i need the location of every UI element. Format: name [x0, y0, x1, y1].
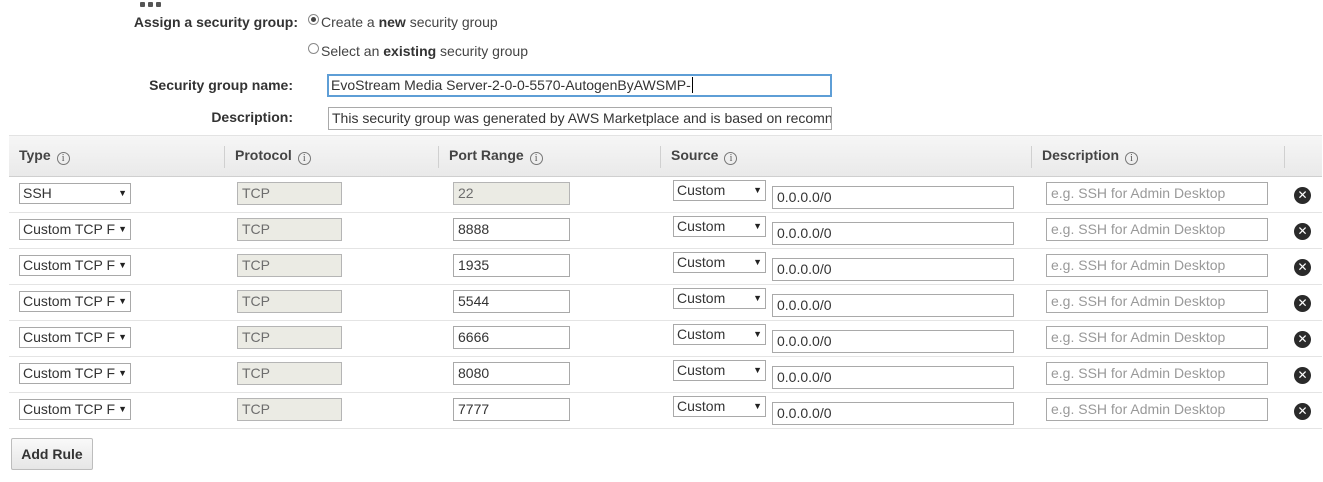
- type-select[interactable]: Custom TCP F ▼: [19, 290, 131, 312]
- source-cidr-input[interactable]: 0.0.0.0/0: [772, 401, 1014, 425]
- inbound-rules-table: Type i Protocol i Port Range i Source i Desc…: [9, 135, 1322, 429]
- protocol-field: TCP: [237, 253, 342, 277]
- port-range-input[interactable]: 5544: [453, 289, 570, 313]
- chevron-down-icon: ▼: [118, 403, 127, 414]
- port-range-input: 22: [453, 181, 570, 205]
- rule-description-input[interactable]: e.g. SSH for Admin Desktop: [1046, 397, 1268, 421]
- source-select[interactable]: Custom ▼: [673, 360, 766, 382]
- protocol-column-header: Protocol i: [225, 135, 439, 177]
- chevron-down-icon: ▼: [753, 401, 762, 412]
- info-icon[interactable]: i: [529, 152, 543, 165]
- rule-description-input[interactable]: e.g. SSH for Admin Desktop: [1046, 289, 1268, 313]
- source-column-header: Source i: [661, 135, 1032, 177]
- remove-rule-icon[interactable]: ✕: [1294, 258, 1311, 276]
- description-input[interactable]: This security group was generated by AWS…: [328, 107, 832, 130]
- port-range-input[interactable]: 7777: [453, 397, 570, 421]
- protocol-field: TCP: [237, 325, 342, 349]
- protocol-field: TCP: [237, 361, 342, 385]
- remove-rule-icon[interactable]: ✕: [1294, 186, 1311, 204]
- remove-rule-icon[interactable]: ✕: [1294, 402, 1311, 420]
- table-header-row: Type i Protocol i Port Range i Source i Desc…: [9, 135, 1322, 177]
- security-group-name-label: Security group name:: [149, 77, 293, 93]
- table-row: SSH ▼ TCP 22 Custom ▼ 0.0.0.0/0 e.g. SSH fo…: [9, 177, 1322, 213]
- protocol-field: TCP: [237, 181, 342, 205]
- chevron-down-icon: ▼: [118, 259, 127, 270]
- chevron-down-icon: ▼: [753, 329, 762, 340]
- info-icon[interactable]: i: [1125, 152, 1139, 165]
- protocol-field: TCP: [237, 217, 342, 241]
- remove-rule-icon[interactable]: ✕: [1294, 330, 1311, 348]
- chevron-down-icon: ▼: [118, 187, 127, 198]
- table-row: Custom TCP F ▼ TCP 8080 Custom ▼ 0.0.0.0/0 …: [9, 357, 1322, 393]
- chevron-down-icon: ▼: [753, 185, 762, 196]
- source-cidr-input[interactable]: 0.0.0.0/0: [772, 329, 1014, 353]
- source-select[interactable]: Custom ▼: [673, 288, 766, 310]
- radio-existing-label: Select an existing security group: [321, 43, 528, 59]
- port-range-input[interactable]: 8080: [453, 361, 570, 385]
- protocol-field: TCP: [237, 289, 342, 313]
- radio-unchecked-icon[interactable]: [308, 42, 319, 54]
- type-select[interactable]: Custom TCP F ▼: [19, 362, 131, 384]
- rule-description-input[interactable]: e.g. SSH for Admin Desktop: [1046, 217, 1268, 241]
- radio-create-new-group[interactable]: Create a new security group: [308, 13, 498, 30]
- remove-rule-icon[interactable]: ✕: [1294, 222, 1311, 240]
- table-row: Custom TCP F ▼ TCP 6666 Custom ▼ 0.0.0.0/0 …: [9, 321, 1322, 357]
- security-group-name-input[interactable]: EvoStream Media Server-2-0-0-5570-Autoge…: [327, 74, 832, 97]
- table-row: Custom TCP F ▼ TCP 1935 Custom ▼ 0.0.0.0/0 …: [9, 249, 1322, 285]
- protocol-field: TCP: [237, 397, 342, 421]
- table-row: Custom TCP F ▼ TCP 8888 Custom ▼ 0.0.0.0/0 …: [9, 213, 1322, 249]
- description-label: Description:: [211, 109, 293, 125]
- source-select[interactable]: Custom ▼: [673, 324, 766, 346]
- type-column-header: Type i: [9, 135, 225, 177]
- rule-description-input[interactable]: e.g. SSH for Admin Desktop: [1046, 181, 1268, 205]
- type-select[interactable]: Custom TCP F ▼: [19, 218, 131, 240]
- actions-column-header: [1285, 135, 1322, 177]
- chevron-down-icon: ▼: [118, 367, 127, 378]
- rule-description-input[interactable]: e.g. SSH for Admin Desktop: [1046, 253, 1268, 277]
- source-cidr-input[interactable]: 0.0.0.0/0: [772, 185, 1014, 209]
- radio-checked-icon[interactable]: [308, 13, 319, 25]
- radio-select-existing-group[interactable]: Select an existing security group: [308, 42, 528, 59]
- source-cidr-input[interactable]: 0.0.0.0/0: [772, 221, 1014, 245]
- type-select[interactable]: Custom TCP F ▼: [19, 326, 131, 348]
- source-select[interactable]: Custom ▼: [673, 252, 766, 274]
- chevron-down-icon: ▼: [753, 257, 762, 268]
- rule-description-input[interactable]: e.g. SSH for Admin Desktop: [1046, 361, 1268, 385]
- chevron-down-icon: ▼: [118, 223, 127, 234]
- chevron-down-icon: ▼: [118, 295, 127, 306]
- source-cidr-input[interactable]: 0.0.0.0/0: [772, 365, 1014, 389]
- remove-rule-icon[interactable]: ✕: [1294, 366, 1311, 384]
- type-select[interactable]: Custom TCP F ▼: [19, 398, 131, 420]
- rule-description-input[interactable]: e.g. SSH for Admin Desktop: [1046, 325, 1268, 349]
- info-icon[interactable]: i: [297, 152, 311, 165]
- add-rule-button[interactable]: Add Rule: [11, 438, 93, 470]
- type-select[interactable]: SSH ▼: [19, 182, 131, 204]
- chevron-down-icon: ▼: [753, 293, 762, 304]
- source-cidr-input[interactable]: 0.0.0.0/0: [772, 257, 1014, 281]
- port-range-input[interactable]: 1935: [453, 253, 570, 277]
- port-range-input[interactable]: 8888: [453, 217, 570, 241]
- source-select[interactable]: Custom ▼: [673, 180, 766, 202]
- table-row: Custom TCP F ▼ TCP 7777 Custom ▼ 0.0.0.0/0 …: [9, 393, 1322, 429]
- assign-security-group-label: Assign a security group:: [133, 14, 298, 30]
- chevron-down-icon: ▼: [753, 365, 762, 376]
- clipped-text-above: [140, 0, 180, 7]
- source-select[interactable]: Custom ▼: [673, 396, 766, 418]
- table-row: Custom TCP F ▼ TCP 5544 Custom ▼ 0.0.0.0/0 …: [9, 285, 1322, 321]
- chevron-down-icon: ▼: [753, 221, 762, 232]
- port-range-input[interactable]: 6666: [453, 325, 570, 349]
- remove-rule-icon[interactable]: ✕: [1294, 294, 1311, 312]
- radio-create-label: Create a new security group: [321, 14, 498, 30]
- description-column-header: Description i: [1032, 135, 1285, 177]
- chevron-down-icon: ▼: [118, 331, 127, 342]
- type-select[interactable]: Custom TCP F ▼: [19, 254, 131, 276]
- info-icon[interactable]: i: [56, 152, 70, 165]
- source-cidr-input[interactable]: 0.0.0.0/0: [772, 293, 1014, 317]
- source-select[interactable]: Custom ▼: [673, 216, 766, 238]
- port-range-column-header: Port Range i: [439, 135, 661, 177]
- info-icon[interactable]: i: [724, 152, 738, 165]
